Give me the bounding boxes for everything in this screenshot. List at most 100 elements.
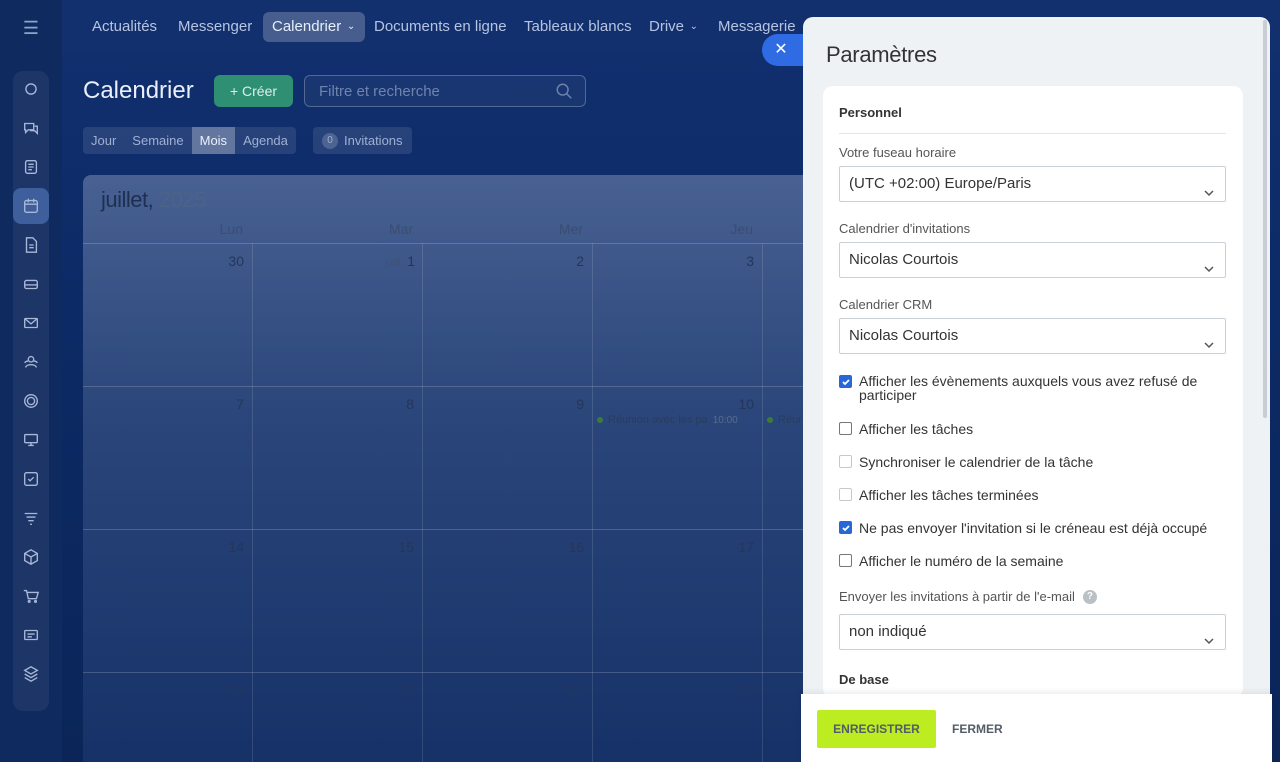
search-box bbox=[304, 75, 586, 107]
sidebar-item-checklist-icon[interactable] bbox=[13, 461, 49, 497]
sidebar-item-stack-icon[interactable] bbox=[13, 656, 49, 692]
day-cell-number[interactable]: 3 bbox=[694, 253, 754, 269]
sidebar-item-cart-icon[interactable] bbox=[13, 578, 49, 614]
create-button[interactable]: + Créer bbox=[214, 75, 293, 107]
close-panel-icon[interactable]: ✕ bbox=[762, 34, 806, 66]
chevron-down-icon: ⌄ bbox=[346, 21, 356, 32]
checkbox-disabled[interactable] bbox=[839, 455, 852, 468]
day-cell-number[interactable]: 10 bbox=[694, 396, 754, 412]
hamburger-menu-icon[interactable]: ☰ bbox=[19, 18, 43, 38]
view-day-tab[interactable]: Jour bbox=[83, 127, 124, 154]
save-button[interactable]: ENREGISTRER bbox=[817, 710, 936, 748]
crm-calendar-select[interactable]: Nicolas Courtois bbox=[839, 318, 1226, 354]
sidebar-item-crm-icon[interactable] bbox=[13, 383, 49, 419]
month-short-label: juill. bbox=[384, 257, 404, 269]
chevron-down-icon bbox=[1203, 178, 1215, 212]
divider bbox=[839, 133, 1226, 134]
day-header-thu: Jeu bbox=[730, 221, 753, 237]
nav-item-tableaux[interactable]: Tableaux blancs bbox=[515, 12, 641, 42]
panel-scrollbar[interactable] bbox=[1263, 20, 1267, 418]
page-title: Calendrier bbox=[83, 77, 194, 104]
invitations-button[interactable]: 0 Invitations bbox=[313, 127, 412, 154]
checkbox-unchecked[interactable] bbox=[839, 554, 852, 567]
calendar-month: juillet, bbox=[101, 187, 154, 212]
view-week-tab[interactable]: Semaine bbox=[124, 127, 191, 154]
day-cell-number[interactable]: 9 bbox=[524, 396, 584, 412]
sidebar-item-calendar-icon[interactable] bbox=[13, 188, 49, 224]
sidebar-item-drive-icon[interactable] bbox=[13, 266, 49, 302]
section-base-heading: De base bbox=[839, 672, 889, 687]
checkbox-completed-tasks[interactable]: Afficher les tâches terminées bbox=[839, 487, 1224, 503]
sidebar-item-card-icon[interactable] bbox=[13, 617, 49, 653]
sidebar-item-sites-icon[interactable] bbox=[13, 422, 49, 458]
day-cell-number[interactable]: 23 bbox=[524, 682, 584, 698]
checkbox-show-declined[interactable]: Afficher les évènements auxquels vous av… bbox=[839, 374, 1224, 402]
nav-item-drive-label: Drive bbox=[649, 18, 685, 35]
day-header-wed: Mer bbox=[558, 221, 583, 237]
view-agenda-tab[interactable]: Agenda bbox=[235, 127, 296, 154]
nav-item-messenger[interactable]: Messenger bbox=[169, 12, 261, 42]
day-cell-number[interactable]: juill. 1 bbox=[355, 253, 415, 269]
search-input[interactable] bbox=[319, 76, 539, 106]
chevron-down-icon bbox=[1203, 330, 1215, 364]
day-cell-number[interactable]: 21 bbox=[184, 682, 244, 698]
day-cell-number[interactable]: 16 bbox=[524, 539, 584, 555]
view-month-tab[interactable]: Mois bbox=[191, 127, 236, 154]
day-cell-number[interactable]: 30 bbox=[184, 253, 244, 269]
chevron-down-icon: ⌄ bbox=[689, 21, 699, 32]
sidebar-item-feed-icon[interactable] bbox=[13, 71, 49, 107]
checkbox-checked[interactable] bbox=[839, 375, 852, 388]
calendar-event[interactable]: Réur bbox=[767, 414, 802, 426]
calendar-event[interactable]: Réunion avec les pa 10:00 bbox=[597, 414, 738, 426]
day-cell-number[interactable]: 22 bbox=[354, 682, 414, 698]
sidebar-item-box-icon[interactable] bbox=[13, 539, 49, 575]
chevron-down-icon bbox=[1203, 626, 1215, 660]
day-cell-number[interactable]: 14 bbox=[184, 539, 244, 555]
checkbox-show-tasks[interactable]: Afficher les tâches bbox=[839, 421, 1224, 437]
day-cell-number[interactable]: 7 bbox=[184, 396, 244, 412]
settings-card: Personnel Votre fuseau horaire (UTC +02:… bbox=[823, 86, 1243, 698]
sidebar-item-docs-icon[interactable] bbox=[13, 227, 49, 263]
event-title: Réunion avec les pa bbox=[608, 414, 708, 426]
checkbox-week-number[interactable]: Afficher le numéro de la semaine bbox=[839, 553, 1224, 569]
nav-item-calendrier[interactable]: Calendrier ⌄ bbox=[263, 12, 366, 42]
close-button[interactable]: FERMER bbox=[952, 710, 1003, 748]
day-cell-number[interactable]: 2 bbox=[524, 253, 584, 269]
checkbox-checked[interactable] bbox=[839, 521, 852, 534]
nav-item-documents[interactable]: Documents en ligne bbox=[365, 12, 516, 42]
day-cell-number[interactable]: 17 bbox=[694, 539, 754, 555]
timezone-value: (UTC +02:00) Europe/Paris bbox=[849, 175, 1032, 192]
checkbox-label: Afficher les tâches terminées bbox=[859, 487, 1039, 503]
email-sender-label: Envoyer les invitations à partir de l'e-… bbox=[839, 589, 1075, 604]
sidebar-item-mail-icon[interactable] bbox=[13, 305, 49, 341]
event-dot bbox=[767, 417, 773, 423]
day-cell-number[interactable]: 24 bbox=[694, 682, 754, 698]
calendar-year: 2025 bbox=[158, 187, 206, 212]
day-cell-number[interactable]: 8 bbox=[354, 396, 414, 412]
grid-line bbox=[83, 529, 823, 530]
email-sender-label-row: Envoyer les invitations à partir de l'e-… bbox=[839, 589, 1097, 604]
timezone-select[interactable]: (UTC +02:00) Europe/Paris bbox=[839, 166, 1226, 202]
day-number: 1 bbox=[407, 253, 415, 269]
invitations-count-badge: 0 bbox=[322, 132, 338, 149]
checkbox-label: Afficher les tâches bbox=[859, 421, 974, 437]
sidebar-item-groups-icon[interactable] bbox=[13, 344, 49, 380]
grid-line bbox=[592, 243, 593, 762]
chevron-down-icon bbox=[1203, 254, 1215, 288]
search-icon[interactable] bbox=[555, 82, 573, 105]
checkbox-label: Afficher les évènements auxquels vous av… bbox=[859, 373, 1198, 403]
help-icon[interactable]: ? bbox=[1082, 589, 1097, 604]
nav-item-actualites[interactable]: Actualités bbox=[83, 12, 166, 42]
checkbox-no-invite-busy[interactable]: Ne pas envoyer l'invitation si le crénea… bbox=[839, 520, 1224, 536]
checkbox-label: Ne pas envoyer l'invitation si le crénea… bbox=[859, 520, 1208, 536]
checkbox-sync-tasks[interactable]: Synchroniser le calendrier de la tâche bbox=[839, 454, 1224, 470]
email-sender-select[interactable]: non indiqué bbox=[839, 614, 1226, 650]
nav-item-drive[interactable]: Drive ⌄ bbox=[640, 12, 708, 42]
day-cell-number[interactable]: 15 bbox=[354, 539, 414, 555]
checkbox-unchecked[interactable] bbox=[839, 422, 852, 435]
checkbox-disabled[interactable] bbox=[839, 488, 852, 501]
sidebar-item-filter-icon[interactable] bbox=[13, 500, 49, 536]
sidebar-item-chat-icon[interactable] bbox=[13, 110, 49, 146]
invites-calendar-select[interactable]: Nicolas Courtois bbox=[839, 242, 1226, 278]
sidebar-item-tasks-icon[interactable] bbox=[13, 149, 49, 185]
